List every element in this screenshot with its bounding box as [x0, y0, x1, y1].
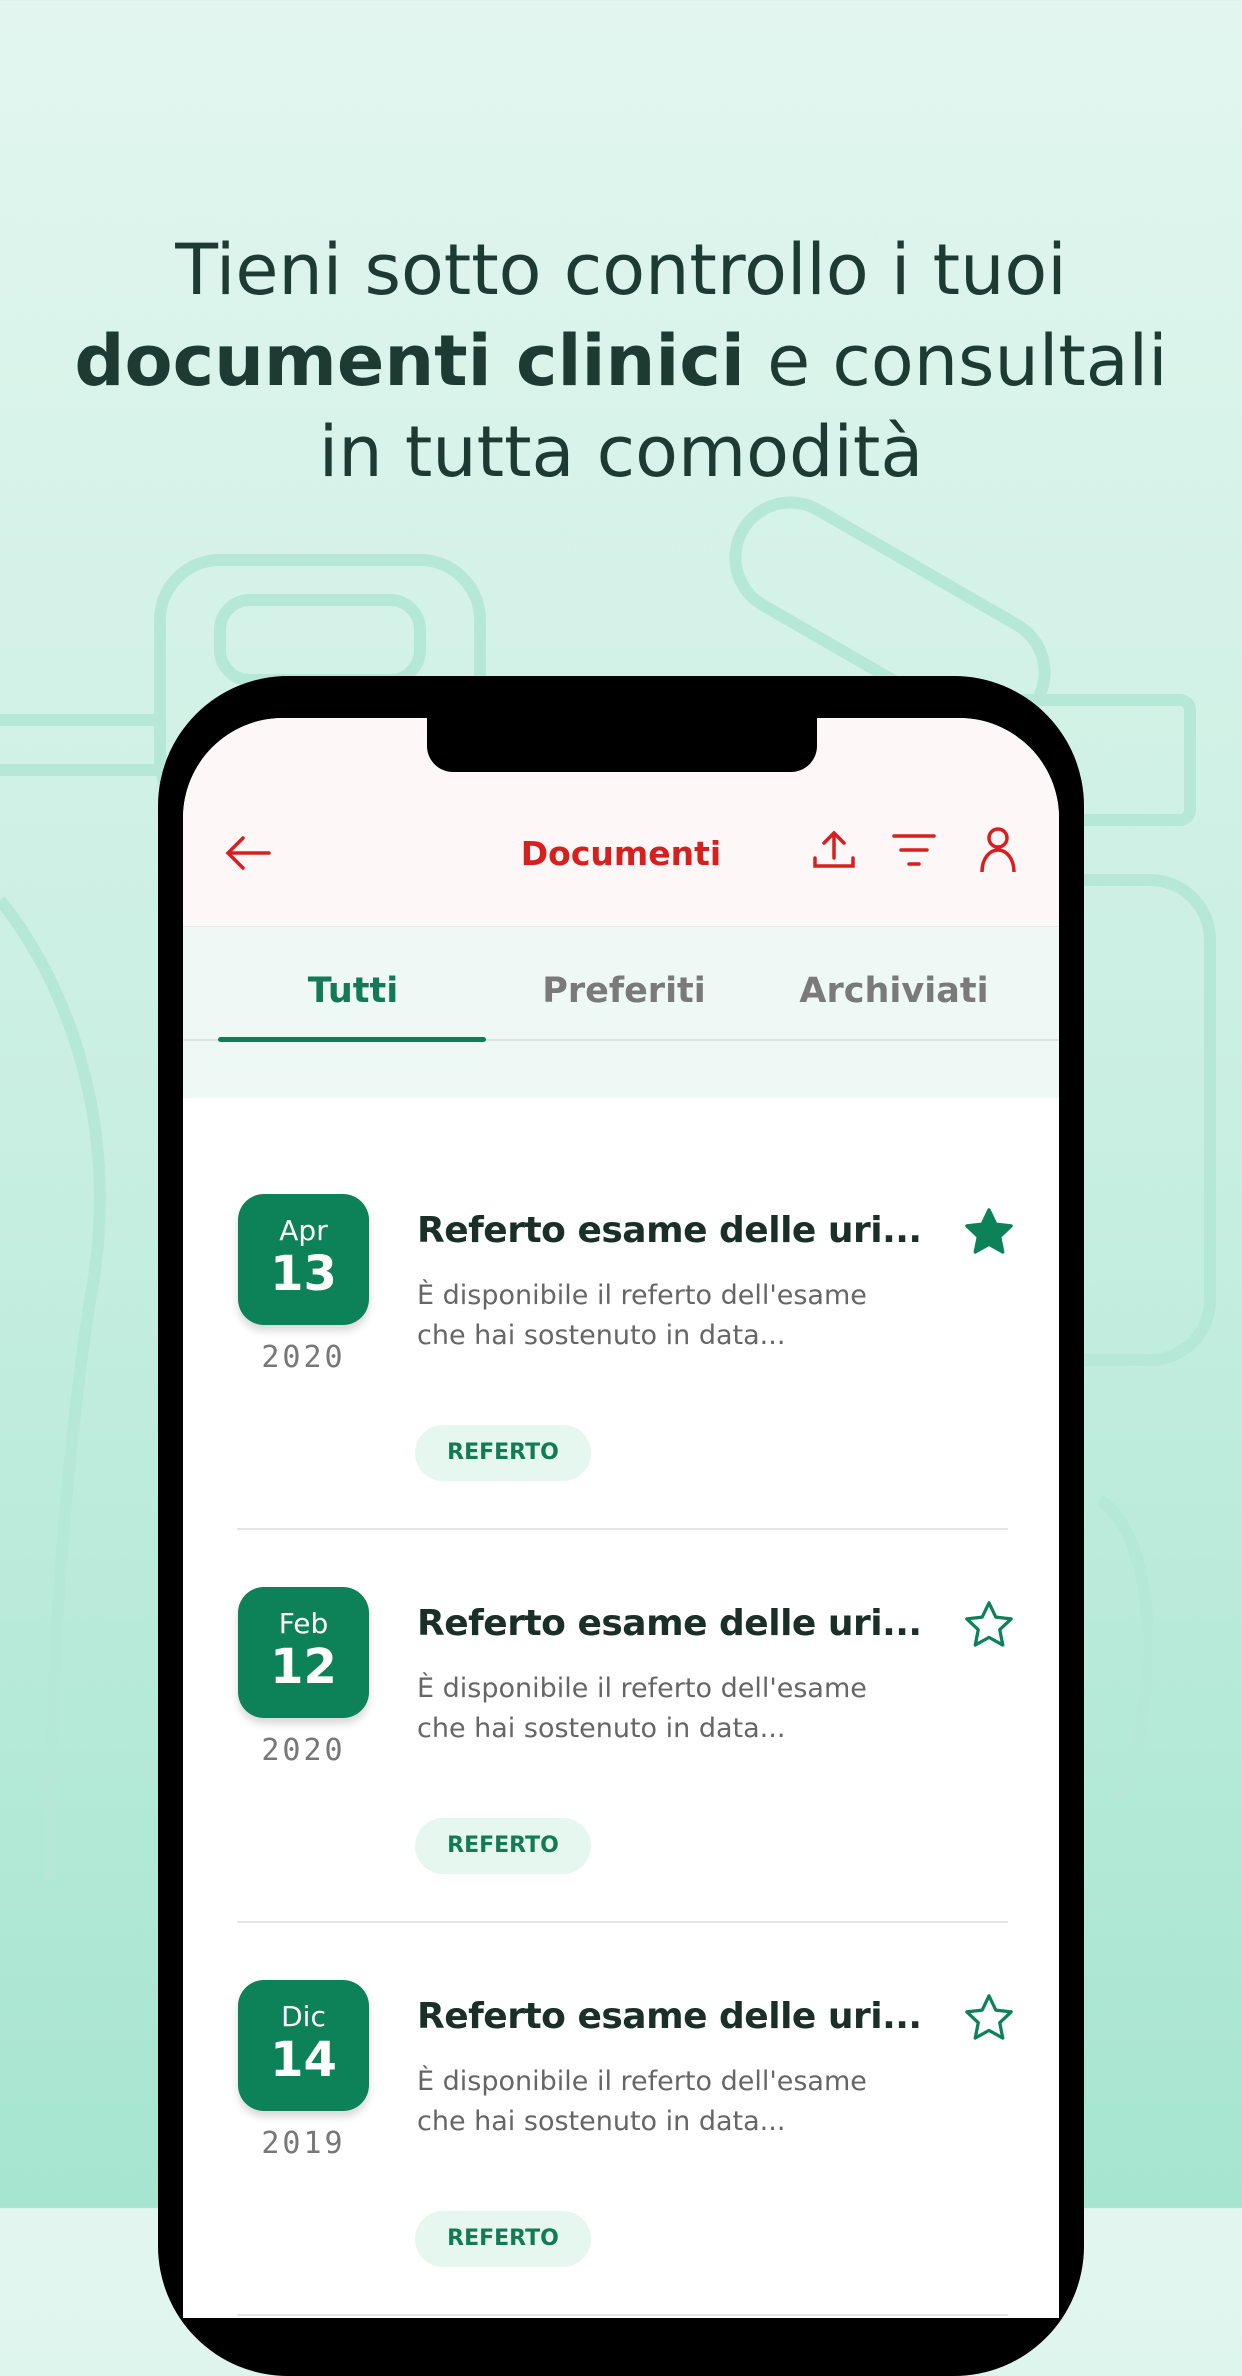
upload-icon[interactable]: [811, 828, 857, 874]
date-year: 2020: [261, 1340, 346, 1375]
star-icon[interactable]: [961, 1204, 1017, 1260]
document-title: Referto esame delle uri...: [417, 1603, 922, 1644]
description-line-1: È disponibile il referto dell'esame: [417, 2066, 867, 2097]
document-description: È disponibile il referto dell'esame che h…: [417, 1669, 867, 1749]
tab-tutti[interactable]: Tutti: [218, 971, 488, 1011]
date-year: 2020: [261, 1733, 346, 1768]
headline-line-1: Tieni sotto controllo i tuoi: [175, 229, 1067, 311]
star-icon[interactable]: [961, 1990, 1017, 2046]
headline-line-3: in tutta comodità: [318, 411, 924, 493]
document-tag: REFERTO: [415, 1425, 591, 1481]
description-line-2: che hai sostenuto in data...: [417, 1713, 786, 1744]
document-description: È disponibile il referto dell'esame che h…: [417, 1276, 867, 1356]
tab-preferiti[interactable]: Preferiti: [489, 971, 759, 1011]
document-tag: REFERTO: [415, 1818, 591, 1874]
date-day: 14: [270, 2032, 337, 2088]
active-tab-indicator: [218, 1037, 486, 1042]
document-item[interactable]: Feb 12 2020 Referto esame delle uri... È…: [183, 1587, 1059, 1980]
item-divider: [237, 1921, 1008, 1923]
item-divider: [237, 2314, 1008, 2316]
document-item[interactable]: Dic 14 2019 Referto esame delle uri... È…: [183, 1980, 1059, 2318]
date-month: Dic: [281, 2000, 326, 2033]
date-badge: Feb 12: [238, 1587, 369, 1718]
date-month: Feb: [278, 1607, 329, 1640]
filter-icon[interactable]: [891, 830, 937, 874]
date-year: 2019: [261, 2126, 346, 2161]
description-line-1: È disponibile il referto dell'esame: [417, 1280, 867, 1311]
document-title: Referto esame delle uri...: [417, 1996, 922, 2037]
date-badge: Apr 13: [238, 1194, 369, 1325]
headline-line-2: documenti clinici e consultali: [0, 316, 1242, 407]
description-line-2: che hai sostenuto in data...: [417, 2106, 786, 2137]
date-day: 13: [270, 1246, 337, 1302]
description-line-2: che hai sostenuto in data...: [417, 1320, 786, 1351]
document-title: Referto esame delle uri...: [417, 1210, 922, 1251]
date-badge: Dic 14: [238, 1980, 369, 2111]
document-description: È disponibile il referto dell'esame che h…: [417, 2062, 867, 2142]
document-tag: REFERTO: [415, 2211, 591, 2267]
description-line-1: È disponibile il referto dell'esame: [417, 1673, 867, 1704]
date-day: 12: [270, 1639, 337, 1695]
headline: Tieni sotto controllo i tuoi documenti c…: [0, 225, 1242, 498]
item-divider: [237, 1528, 1008, 1530]
user-icon[interactable]: [978, 826, 1018, 874]
headline-bold: documenti clinici: [74, 320, 745, 402]
star-icon[interactable]: [961, 1597, 1017, 1653]
tab-bar: Tutti Preferiti Archiviati: [183, 926, 1059, 1098]
tab-archiviati[interactable]: Archiviati: [759, 971, 1029, 1011]
phone-screen: Documenti Tutti Preferiti Archiviati Apr…: [183, 718, 1059, 2318]
date-month: Apr: [279, 1214, 328, 1247]
phone-notch: [427, 718, 817, 772]
headline-line-2-rest: e consultali: [744, 320, 1168, 402]
document-item[interactable]: Apr 13 2020 Referto esame delle uri... È…: [183, 1194, 1059, 1587]
